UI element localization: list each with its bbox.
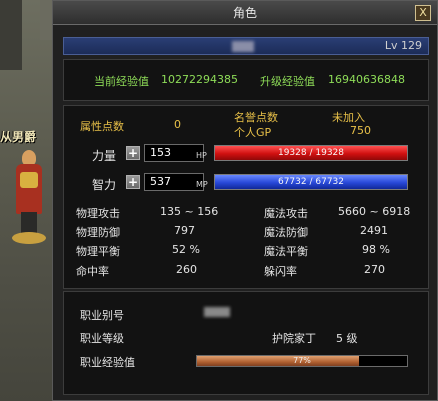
experience-panel: 当前经验值 10272294385 升级经验值 16940636848 <box>63 59 429 101</box>
honor-points-label: 名誉点数 <box>234 111 278 124</box>
job-exp-label: 职业经验值 <box>80 356 135 369</box>
attr-points-label: 属性点数 <box>80 120 124 133</box>
add-intelligence-button[interactable]: + <box>126 175 140 189</box>
job-alias-blurred <box>204 307 230 317</box>
mag-def-label: 魔法防御 <box>264 226 308 239</box>
intelligence-label: 智力 <box>92 178 117 192</box>
mp-text: 67732 / 67732 <box>277 177 344 187</box>
window-titlebar[interactable]: 角色 <box>53 1 437 25</box>
job-panel: 职业别号 职业等级 护院家丁 5 级 职业经验值 77% <box>63 291 429 395</box>
character-name-blurred <box>232 41 254 52</box>
mp-tag: MP <box>196 180 208 189</box>
job-title: 护院家丁 <box>272 332 316 345</box>
current-exp-label: 当前经验值 <box>94 75 149 88</box>
character-name-bar: Lv 129 <box>63 37 429 55</box>
hp-text: 19328 / 19328 <box>277 148 344 158</box>
phys-bal-value: 52 % <box>172 243 200 256</box>
attributes-panel: 属性点数 0 名誉点数 未加入 个人GP 750 力量 + 153 HP 193… <box>63 105 429 289</box>
mag-def-value: 2491 <box>360 224 388 237</box>
mp-bar: 67732 / 67732 <box>214 174 408 190</box>
npc-character[interactable] <box>12 150 46 246</box>
phys-bal-label: 物理平衡 <box>76 245 120 258</box>
strength-label: 力量 <box>92 149 117 163</box>
phys-def-value: 797 <box>174 224 195 237</box>
phys-atk-value: 135 ~ 156 <box>160 205 219 218</box>
attr-points-value: 0 <box>174 118 181 131</box>
hp-tag: HP <box>196 151 207 160</box>
upgrade-exp-label: 升级经验值 <box>260 75 315 88</box>
phys-atk-label: 物理攻击 <box>76 207 120 220</box>
hit-rate-value: 260 <box>176 263 197 276</box>
dodge-rate-label: 躲闪率 <box>264 265 297 278</box>
mag-bal-value: 98 % <box>362 243 390 256</box>
honor-status: 未加入 <box>332 111 365 124</box>
intelligence-value: 537 <box>144 173 204 191</box>
strength-value: 153 <box>144 144 204 162</box>
close-button[interactable]: X <box>415 5 431 21</box>
mag-atk-value: 5660 ~ 6918 <box>338 205 411 218</box>
upgrade-exp-value: 16940636848 <box>328 73 405 86</box>
dodge-rate-value: 270 <box>364 263 385 276</box>
job-exp-bar: 77% <box>196 355 408 367</box>
character-level: Lv 129 <box>384 39 422 52</box>
job-level-label: 职业等级 <box>80 332 124 345</box>
mag-bal-label: 魔法平衡 <box>264 245 308 258</box>
window-title: 角色 <box>232 6 257 20</box>
character-window: 角色 X Lv 129 当前经验值 10272294385 升级经验值 1694… <box>52 0 438 401</box>
job-exp-text: 77% <box>293 356 311 365</box>
hit-rate-label: 命中率 <box>76 265 109 278</box>
personal-gp-value: 750 <box>350 124 371 137</box>
mag-atk-label: 魔法攻击 <box>264 207 308 220</box>
add-strength-button[interactable]: + <box>126 146 140 160</box>
scene-pillar <box>0 0 22 70</box>
phys-def-label: 物理防御 <box>76 226 120 239</box>
current-exp-value: 10272294385 <box>161 73 238 86</box>
job-alias-label: 职业别号 <box>80 309 124 322</box>
job-level-value: 5 级 <box>336 332 358 345</box>
personal-gp-label: 个人GP <box>234 126 272 139</box>
hp-bar: 19328 / 19328 <box>214 145 408 161</box>
